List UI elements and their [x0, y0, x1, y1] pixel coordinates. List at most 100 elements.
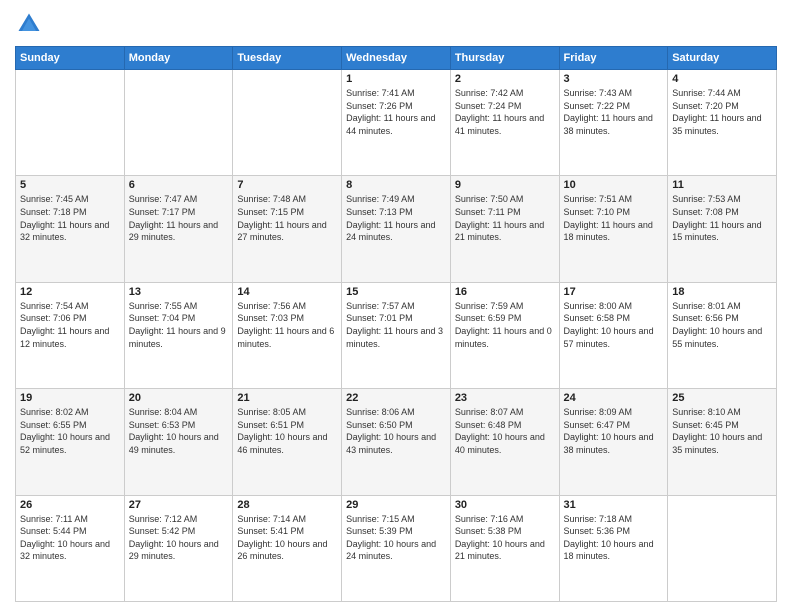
day-number: 4 [672, 73, 772, 85]
table-row: 19 Sunrise: 8:02 AM Sunset: 6:55 PM Dayli… [16, 389, 125, 495]
day-info: Sunrise: 7:59 AM Sunset: 6:59 PM Dayligh… [455, 300, 555, 350]
day-info: Sunrise: 7:47 AM Sunset: 7:17 PM Dayligh… [129, 193, 229, 243]
table-row: 25 Sunrise: 8:10 AM Sunset: 6:45 PM Dayli… [668, 389, 777, 495]
day-number: 6 [129, 179, 229, 191]
table-row [124, 70, 233, 176]
day-info: Sunrise: 7:16 AM Sunset: 5:38 PM Dayligh… [455, 513, 555, 563]
day-number: 17 [564, 286, 664, 298]
table-row: 22 Sunrise: 8:06 AM Sunset: 6:50 PM Dayli… [342, 389, 451, 495]
day-info: Sunrise: 7:12 AM Sunset: 5:42 PM Dayligh… [129, 513, 229, 563]
day-number: 27 [129, 499, 229, 511]
day-header-wednesday: Wednesday [342, 47, 451, 70]
day-number: 3 [564, 73, 664, 85]
table-row: 4Sunrise: 7:44 AM Sunset: 7:20 PM Daylig… [668, 70, 777, 176]
day-info: Sunrise: 7:56 AM Sunset: 7:03 PM Dayligh… [237, 300, 337, 350]
table-row [668, 495, 777, 601]
day-info: Sunrise: 7:53 AM Sunset: 7:08 PM Dayligh… [672, 193, 772, 243]
table-row: 26Sunrise: 7:11 AM Sunset: 5:44 PM Dayli… [16, 495, 125, 601]
day-number: 12 [20, 286, 120, 298]
day-info: Sunrise: 8:02 AM Sunset: 6:55 PM Dayligh… [20, 406, 120, 456]
table-row: 28 Sunrise: 7:14 AM Sunset: 5:41 PM Dayli… [233, 495, 342, 601]
day-info: Sunrise: 8:01 AM Sunset: 6:56 PM Dayligh… [672, 300, 772, 350]
day-info: Sunrise: 7:48 AM Sunset: 7:15 PM Dayligh… [237, 193, 337, 243]
day-info: Sunrise: 7:18 AM Sunset: 5:36 PM Dayligh… [564, 513, 664, 563]
table-row [16, 70, 125, 176]
day-info: Sunrise: 7:14 AM Sunset: 5:41 PM Dayligh… [237, 513, 337, 563]
day-info: Sunrise: 8:04 AM Sunset: 6:53 PM Dayligh… [129, 406, 229, 456]
day-header-thursday: Thursday [450, 47, 559, 70]
day-number: 15 [346, 286, 446, 298]
day-info: Sunrise: 7:42 AM Sunset: 7:24 PM Dayligh… [455, 87, 555, 137]
table-row: 11 Sunrise: 7:53 AM Sunset: 7:08 PM Dayli… [668, 176, 777, 282]
day-info: Sunrise: 7:11 AM Sunset: 5:44 PM Dayligh… [20, 513, 120, 563]
day-number: 25 [672, 392, 772, 404]
day-number: 29 [346, 499, 446, 511]
day-info: Sunrise: 7:54 AM Sunset: 7:06 PM Dayligh… [20, 300, 120, 350]
day-info: Sunrise: 7:50 AM Sunset: 7:11 PM Dayligh… [455, 193, 555, 243]
day-number: 22 [346, 392, 446, 404]
calendar-week-row: 5Sunrise: 7:45 AM Sunset: 7:18 PM Daylig… [16, 176, 777, 282]
table-row: 7 Sunrise: 7:48 AM Sunset: 7:15 PM Daylig… [233, 176, 342, 282]
table-row: 8 Sunrise: 7:49 AM Sunset: 7:13 PM Daylig… [342, 176, 451, 282]
page: SundayMondayTuesdayWednesdayThursdayFrid… [0, 0, 792, 612]
day-number: 10 [564, 179, 664, 191]
day-number: 9 [455, 179, 555, 191]
day-info: Sunrise: 7:43 AM Sunset: 7:22 PM Dayligh… [564, 87, 664, 137]
day-header-sunday: Sunday [16, 47, 125, 70]
day-number: 30 [455, 499, 555, 511]
table-row: 1Sunrise: 7:41 AM Sunset: 7:26 PM Daylig… [342, 70, 451, 176]
table-row [233, 70, 342, 176]
table-row: 23Sunrise: 8:07 AM Sunset: 6:48 PM Dayli… [450, 389, 559, 495]
logo-icon [15, 10, 43, 38]
calendar-week-row: 1Sunrise: 7:41 AM Sunset: 7:26 PM Daylig… [16, 70, 777, 176]
table-row: 17Sunrise: 8:00 AM Sunset: 6:58 PM Dayli… [559, 282, 668, 388]
day-number: 24 [564, 392, 664, 404]
day-info: Sunrise: 8:05 AM Sunset: 6:51 PM Dayligh… [237, 406, 337, 456]
table-row: 15Sunrise: 7:57 AM Sunset: 7:01 PM Dayli… [342, 282, 451, 388]
calendar-table: SundayMondayTuesdayWednesdayThursdayFrid… [15, 46, 777, 602]
day-number: 2 [455, 73, 555, 85]
table-row: 20 Sunrise: 8:04 AM Sunset: 6:53 PM Dayli… [124, 389, 233, 495]
day-info: Sunrise: 7:15 AM Sunset: 5:39 PM Dayligh… [346, 513, 446, 563]
header [15, 10, 777, 38]
table-row: 12 Sunrise: 7:54 AM Sunset: 7:06 PM Dayli… [16, 282, 125, 388]
table-row: 6 Sunrise: 7:47 AM Sunset: 7:17 PM Daylig… [124, 176, 233, 282]
day-number: 13 [129, 286, 229, 298]
day-info: Sunrise: 8:10 AM Sunset: 6:45 PM Dayligh… [672, 406, 772, 456]
calendar-week-row: 26Sunrise: 7:11 AM Sunset: 5:44 PM Dayli… [16, 495, 777, 601]
table-row: 21 Sunrise: 8:05 AM Sunset: 6:51 PM Dayli… [233, 389, 342, 495]
table-row: 27 Sunrise: 7:12 AM Sunset: 5:42 PM Dayli… [124, 495, 233, 601]
day-number: 21 [237, 392, 337, 404]
table-row: 31 Sunrise: 7:18 AM Sunset: 5:36 PM Dayli… [559, 495, 668, 601]
calendar-header-row: SundayMondayTuesdayWednesdayThursdayFrid… [16, 47, 777, 70]
table-row: 16 Sunrise: 7:59 AM Sunset: 6:59 PM Dayli… [450, 282, 559, 388]
day-number: 16 [455, 286, 555, 298]
calendar-week-row: 12 Sunrise: 7:54 AM Sunset: 7:06 PM Dayli… [16, 282, 777, 388]
table-row: 5Sunrise: 7:45 AM Sunset: 7:18 PM Daylig… [16, 176, 125, 282]
table-row: 10 Sunrise: 7:51 AM Sunset: 7:10 PM Dayli… [559, 176, 668, 282]
day-number: 28 [237, 499, 337, 511]
day-header-monday: Monday [124, 47, 233, 70]
day-info: Sunrise: 7:45 AM Sunset: 7:18 PM Dayligh… [20, 193, 120, 243]
table-row: 9 Sunrise: 7:50 AM Sunset: 7:11 PM Daylig… [450, 176, 559, 282]
day-number: 7 [237, 179, 337, 191]
day-info: Sunrise: 7:51 AM Sunset: 7:10 PM Dayligh… [564, 193, 664, 243]
day-header-friday: Friday [559, 47, 668, 70]
day-info: Sunrise: 8:06 AM Sunset: 6:50 PM Dayligh… [346, 406, 446, 456]
table-row: 29 Sunrise: 7:15 AM Sunset: 5:39 PM Dayli… [342, 495, 451, 601]
day-info: Sunrise: 8:09 AM Sunset: 6:47 PM Dayligh… [564, 406, 664, 456]
day-info: Sunrise: 7:41 AM Sunset: 7:26 PM Dayligh… [346, 87, 446, 137]
day-header-tuesday: Tuesday [233, 47, 342, 70]
table-row: 13Sunrise: 7:55 AM Sunset: 7:04 PM Dayli… [124, 282, 233, 388]
day-number: 19 [20, 392, 120, 404]
day-number: 20 [129, 392, 229, 404]
table-row: 3 Sunrise: 7:43 AM Sunset: 7:22 PM Daylig… [559, 70, 668, 176]
day-info: Sunrise: 7:49 AM Sunset: 7:13 PM Dayligh… [346, 193, 446, 243]
day-number: 8 [346, 179, 446, 191]
day-number: 14 [237, 286, 337, 298]
table-row: 14 Sunrise: 7:56 AM Sunset: 7:03 PM Dayli… [233, 282, 342, 388]
day-number: 18 [672, 286, 772, 298]
day-number: 11 [672, 179, 772, 191]
day-number: 31 [564, 499, 664, 511]
day-number: 23 [455, 392, 555, 404]
